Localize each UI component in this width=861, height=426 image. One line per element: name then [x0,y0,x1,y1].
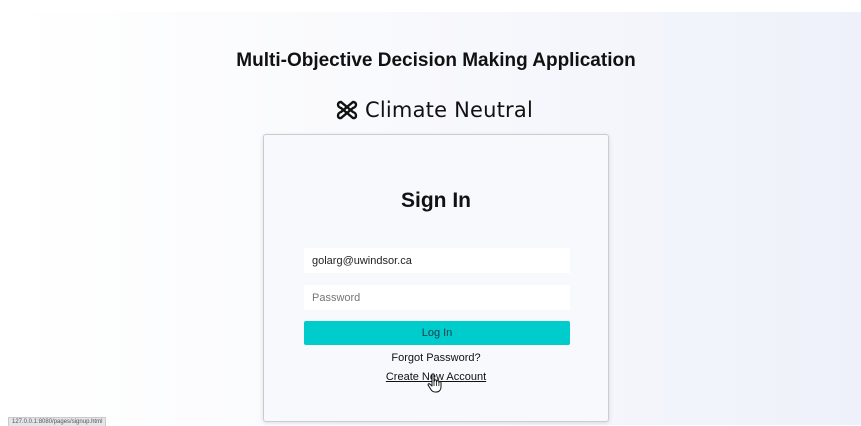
sign-in-title: Sign In [401,189,471,212]
log-in-button[interactable]: Log In [304,321,570,345]
climate-neutral-logo-icon [336,100,358,120]
hand-pointer-cursor-icon [427,373,442,393]
brand-name: Climate Neutral [365,98,533,122]
password-field[interactable] [304,285,570,310]
email-field[interactable] [304,248,570,273]
app-title: Multi-Objective Decision Making Applicat… [236,50,636,71]
brand-lockup: Climate Neutral [335,98,533,122]
forgot-password-link[interactable]: Forgot Password? [264,352,608,364]
brand: Climate Neutral [0,98,861,127]
